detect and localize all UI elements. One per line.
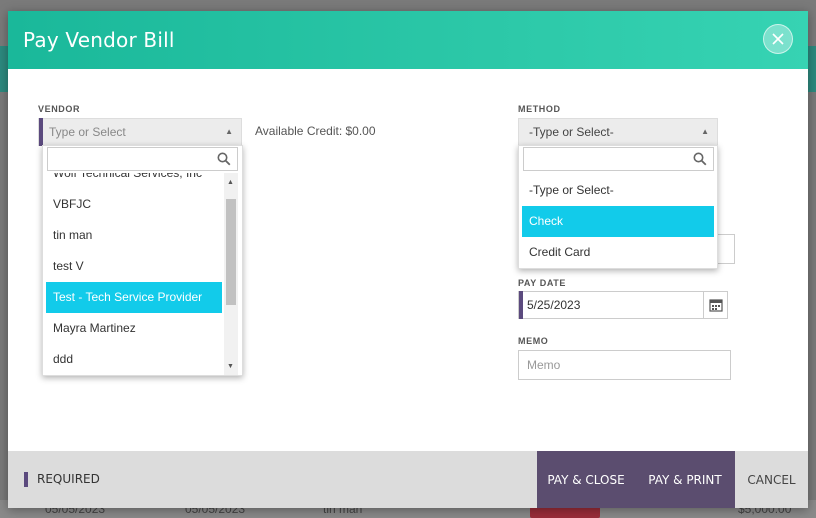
vendor-options-list: Wolf Technical Services, Inc VBFJC tin m… [43,173,242,375]
vendor-select[interactable]: Type or Select ▲ [38,118,242,146]
vendor-dropdown: Wolf Technical Services, Inc VBFJC tin m… [42,145,243,376]
method-option[interactable]: -Type or Select- [522,175,714,206]
vendor-option[interactable]: VBFJC [46,189,222,220]
vendor-select-placeholder: Type or Select [49,125,126,139]
method-label: METHOD [518,104,561,114]
calendar-button[interactable] [703,292,727,318]
pay-date-label: PAY DATE [518,278,566,288]
memo-placeholder: Memo [527,358,561,372]
vendor-option[interactable]: test V [46,251,222,282]
vendor-option[interactable]: ddd [46,344,222,375]
search-icon [693,152,707,166]
method-search-input[interactable] [523,147,714,171]
required-legend: REQUIRED [37,472,100,486]
method-option[interactable]: Credit Card [522,237,714,268]
scroll-up-icon[interactable]: ▲ [227,179,234,186]
vendor-option[interactable]: tin man [46,220,222,251]
calendar-icon [708,299,723,312]
available-credit: Available Credit: $0.00 [255,124,376,138]
close-icon [772,33,784,45]
pay-and-close-button[interactable]: PAY & CLOSE [537,451,635,508]
cancel-button[interactable]: CANCEL [735,451,808,508]
required-indicator [24,472,28,487]
modal-header: Pay Vendor Bill [8,11,808,69]
chevron-up-icon: ▲ [225,127,233,136]
required-indicator [39,118,43,146]
modal-footer: REQUIRED PAY & CLOSE PAY & PRINT CANCEL [8,451,808,508]
search-icon [217,152,231,166]
scrollbar-thumb[interactable] [226,199,236,305]
required-indicator [519,291,523,319]
pay-and-print-button[interactable]: PAY & PRINT [635,451,735,508]
chevron-up-icon: ▲ [701,127,709,136]
vendor-search-input[interactable] [47,147,238,171]
pay-date-field[interactable]: 5/25/2023 [518,291,728,319]
vendor-option-highlighted[interactable]: Test - Tech Service Provider [46,282,222,313]
vendor-label: VENDOR [38,104,81,114]
memo-input[interactable]: Memo [518,350,731,380]
method-option-highlighted[interactable]: Check [522,206,714,237]
scroll-down-icon[interactable]: ▼ [227,363,234,370]
vendor-option[interactable]: Wolf Technical Services, Inc [46,173,222,189]
method-select[interactable]: -Type or Select- ▲ [518,118,718,146]
method-select-value: -Type or Select- [529,125,614,139]
vendor-option[interactable]: Mayra Martinez [46,313,222,344]
method-dropdown: -Type or Select- Check Credit Card [518,145,718,269]
memo-label: MEMO [518,336,549,346]
pay-vendor-bill-modal: Pay Vendor Bill VENDOR Type or Select ▲ … [8,11,808,508]
modal-title: Pay Vendor Bill [23,28,175,52]
pay-date-value: 5/25/2023 [527,298,581,312]
close-button[interactable] [763,24,793,54]
vendor-scrollbar[interactable]: ▲ ▼ [224,173,238,375]
